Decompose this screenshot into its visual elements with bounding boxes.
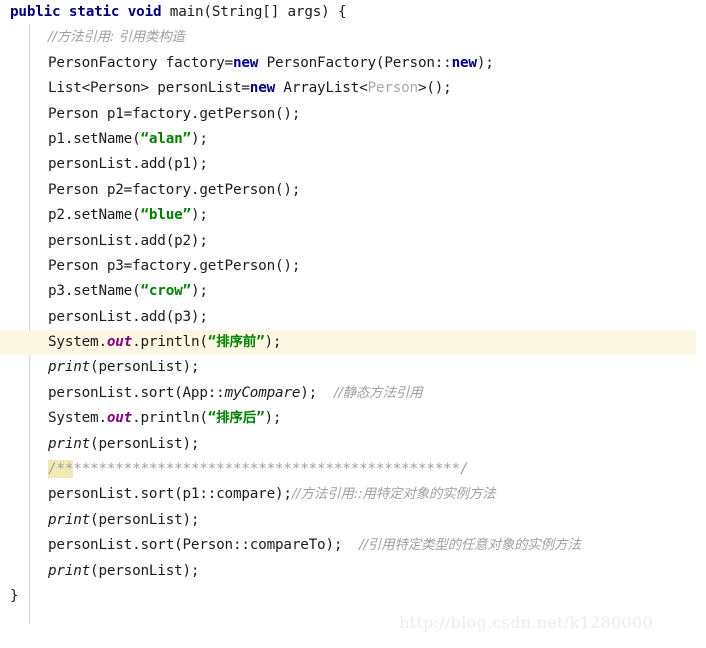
code-line[interactable]: List<Person> personList=new ArrayList<Pe… xyxy=(0,76,706,101)
code-token: ); xyxy=(264,334,282,351)
code-token: out xyxy=(106,334,133,351)
code-line[interactable]: p2.setName(“blue”); xyxy=(0,203,706,228)
code-line[interactable]: personList.sort(App::myCompare); //静态方法引… xyxy=(0,381,706,406)
code-token: personList.add(p1); xyxy=(48,156,208,173)
code-token: print xyxy=(48,435,91,452)
code-token: (personList); xyxy=(90,359,200,376)
code-token: ); xyxy=(190,207,208,224)
code-token: ” xyxy=(256,410,265,427)
code-token: p3.setName( xyxy=(48,283,141,300)
code-token: “alan” xyxy=(140,130,191,147)
code-token: PersonFactory(Person:: xyxy=(258,54,452,71)
code-token: 排序后 xyxy=(216,410,257,427)
code-token: personList.sort(App:: xyxy=(48,384,225,401)
code-token: ); xyxy=(190,283,208,300)
code-line[interactable]: Person p1=factory.getPerson(); xyxy=(0,102,706,127)
code-line[interactable]: personList.add(p2); xyxy=(0,229,706,254)
code-token: p1.setName( xyxy=(48,130,141,147)
code-line[interactable]: Person p3=factory.getPerson(); xyxy=(0,254,706,279)
code-token: p2.setName( xyxy=(48,207,141,224)
code-token: ” xyxy=(256,334,265,351)
code-token: main(String[] args) { xyxy=(161,4,347,20)
code-token: List<Person> personList= xyxy=(48,80,250,97)
code-token: static xyxy=(68,4,120,20)
code-line[interactable]: print(personList); xyxy=(0,432,706,457)
code-token: myCompare xyxy=(224,384,301,401)
code-token: new xyxy=(451,54,477,71)
code-token: Person p3=factory.getPerson(); xyxy=(48,257,301,274)
code-line[interactable]: System.out.println(“排序后”); xyxy=(0,406,706,431)
code-token: .println( xyxy=(132,410,208,427)
code-token: .println( xyxy=(132,334,208,351)
code-line[interactable]: Person p2=factory.getPerson(); xyxy=(0,178,706,203)
code-token: void xyxy=(127,4,162,20)
code-token: System. xyxy=(48,410,107,427)
code-token: (personList); xyxy=(90,435,200,452)
code-token: /** xyxy=(48,460,74,479)
code-token: //引用特定类型的任意对象的实例方法 xyxy=(359,537,581,554)
code-token: “crow” xyxy=(140,283,191,300)
code-token: (personList); xyxy=(90,511,200,528)
source-code-area[interactable]: public static void main(String[] args) {… xyxy=(0,0,706,609)
code-token: personList.add(p3); xyxy=(48,308,208,325)
code-token: personList.sort(p1::compare); xyxy=(48,486,292,503)
code-token: System. xyxy=(48,334,107,351)
code-token: //静态方法引用 xyxy=(333,384,423,401)
code-line[interactable]: print(personList); xyxy=(0,559,706,584)
code-token: Person p1=factory.getPerson(); xyxy=(48,105,301,122)
code-token: ); xyxy=(264,410,282,427)
code-line[interactable]: print(personList); xyxy=(0,508,706,533)
code-line[interactable]: public static void main(String[] args) { xyxy=(0,0,706,25)
code-token: 排序前 xyxy=(216,334,257,351)
code-line[interactable]: personList.sort(Person::compareTo); //引用… xyxy=(0,533,706,558)
code-token: (personList); xyxy=(90,562,200,579)
code-token: ); xyxy=(476,54,494,71)
code-token: new xyxy=(249,80,276,97)
code-token: ****************************************… xyxy=(73,461,469,478)
code-token: print xyxy=(48,562,91,579)
code-token: >(); xyxy=(417,80,452,97)
code-line[interactable]: p3.setName(“crow”); xyxy=(0,279,706,304)
code-token: } xyxy=(10,587,19,604)
code-token: “ xyxy=(207,334,217,351)
code-token: print xyxy=(48,359,91,376)
code-token: ); xyxy=(300,384,334,401)
code-token: //方法引用::用特定对象的实例方法 xyxy=(291,486,496,503)
code-token: public xyxy=(10,4,61,20)
code-line[interactable]: PersonFactory factory=new PersonFactory(… xyxy=(0,51,706,76)
code-token: print xyxy=(48,511,91,528)
code-line[interactable]: p1.setName(“alan”); xyxy=(0,127,706,152)
code-token: PersonFactory factory= xyxy=(48,54,233,71)
code-line[interactable]: personList.sort(p1::compare);//方法引用::用特定… xyxy=(0,482,706,507)
code-line[interactable]: System.out.println(“排序前”); xyxy=(0,330,696,356)
code-editor-viewport[interactable]: public static void main(String[] args) {… xyxy=(0,0,706,648)
code-line[interactable]: /***************************************… xyxy=(0,457,706,482)
code-token: out xyxy=(106,410,133,427)
code-token: new xyxy=(232,54,259,71)
code-token: ArrayList< xyxy=(275,80,368,97)
code-token: ); xyxy=(190,130,208,147)
watermark-url: http://blog.csdn.net/k1280000 xyxy=(399,613,653,632)
code-token: personList.sort(Person::compareTo); xyxy=(48,537,360,554)
code-line[interactable]: personList.add(p1); xyxy=(0,152,706,177)
code-line[interactable]: personList.add(p3); xyxy=(0,305,706,330)
code-line[interactable]: print(personList); xyxy=(0,355,706,380)
code-line[interactable]: //方法引用: 引用类构造 xyxy=(0,25,706,50)
code-token: Person p2=factory.getPerson(); xyxy=(48,181,301,198)
code-line[interactable]: } xyxy=(0,584,706,609)
code-token: personList.add(p2); xyxy=(48,232,208,249)
code-token: Person xyxy=(367,80,419,97)
code-token: “ xyxy=(207,410,217,427)
code-token: //方法引用: 引用类构造 xyxy=(48,29,185,46)
code-token: “blue” xyxy=(140,207,191,224)
